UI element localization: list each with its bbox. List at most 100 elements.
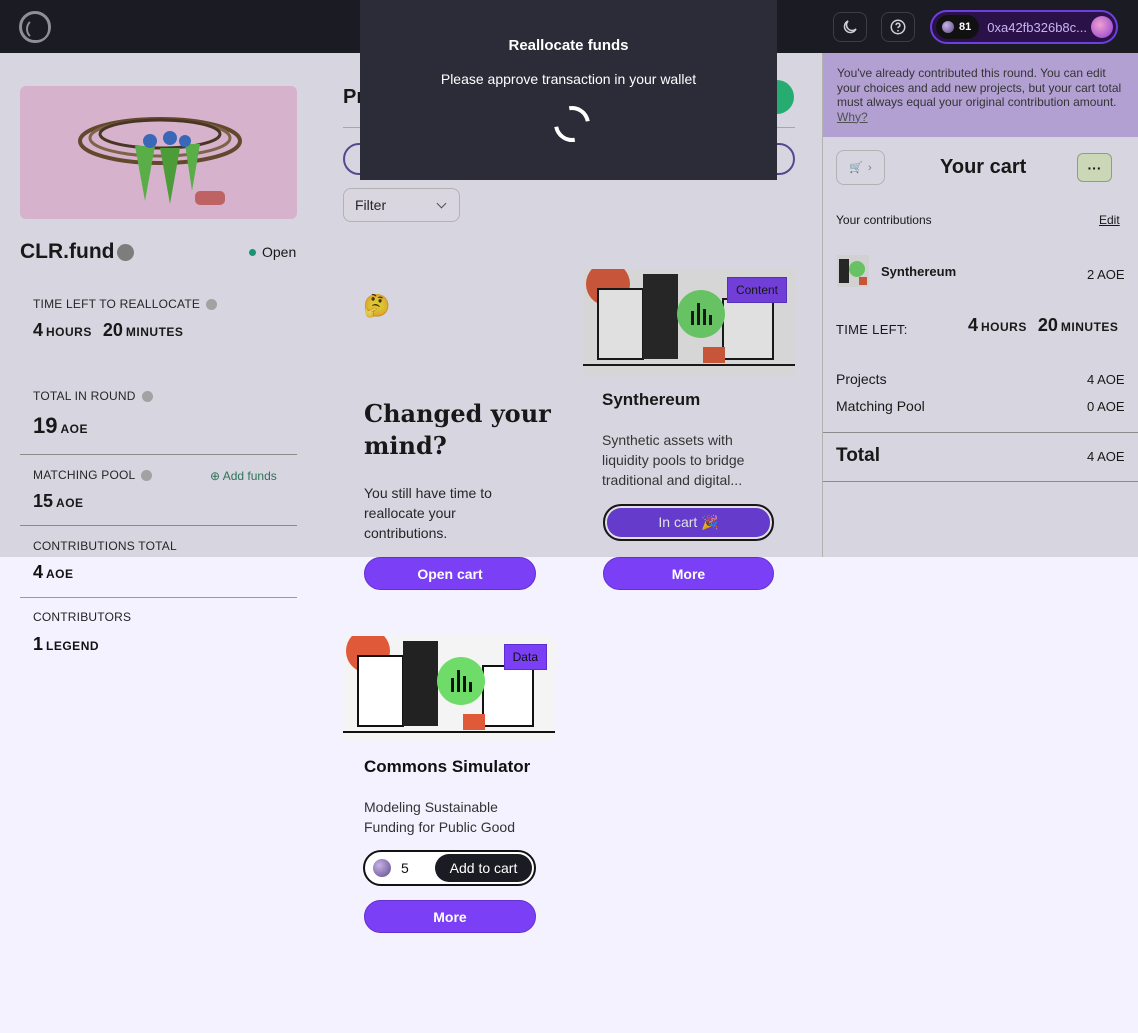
divider xyxy=(823,481,1138,482)
moon-icon xyxy=(843,20,857,34)
reallocation-notice: You've already contributed this round. Y… xyxy=(823,53,1138,137)
projects-amount: 4 AOE xyxy=(1087,372,1125,387)
project-image: Data xyxy=(343,636,555,742)
matching-unit: AOE xyxy=(56,496,84,510)
contrib-total-value: 4 AOE xyxy=(33,562,74,583)
total-unit: AOE xyxy=(60,422,88,436)
cart-menu-button[interactable]: ··· xyxy=(1077,153,1112,182)
category-badge: Data xyxy=(503,644,547,670)
minutes-unit: MINUTES xyxy=(1060,320,1119,334)
round-title: CLR.fund xyxy=(20,240,135,264)
more-button[interactable]: More xyxy=(364,900,536,933)
project-title[interactable]: Synthereum xyxy=(602,390,700,410)
add-funds-link[interactable]: ⊕ Add funds xyxy=(210,469,277,483)
hours-value: 4 xyxy=(968,315,979,335)
loading-spinner-icon xyxy=(546,98,598,150)
wallet-address: 0xa42fb326b8c... xyxy=(987,19,1087,35)
plus-circle-icon: ⊕ xyxy=(210,469,221,483)
info-icon[interactable] xyxy=(141,470,153,482)
time-left-value: 4 HOURS 20 MINUTES xyxy=(33,320,183,341)
divider xyxy=(20,454,297,455)
total-amount: 4 AOE xyxy=(1087,449,1125,464)
collapse-cart-button[interactable]: 🛒 › xyxy=(836,150,885,185)
cart-panel: You've already contributed this round. Y… xyxy=(822,53,1138,557)
avatar xyxy=(1091,16,1113,38)
minutes-unit: MINUTES xyxy=(125,325,184,339)
token-icon xyxy=(373,859,391,877)
modal-title: Reallocate funds xyxy=(508,37,629,54)
help-button[interactable] xyxy=(881,12,915,42)
round-image xyxy=(20,86,297,219)
reallocate-modal: Reallocate funds Please approve transact… xyxy=(360,0,777,180)
theme-toggle-button[interactable] xyxy=(833,12,867,42)
matching-label-text: MATCHING POOL xyxy=(33,468,136,482)
token-icon xyxy=(942,21,954,33)
question-icon xyxy=(890,19,906,35)
contributions-label: Your contributions xyxy=(836,213,932,227)
info-icon[interactable] xyxy=(141,391,153,403)
chevron-down-icon xyxy=(436,198,447,208)
hours-unit: HOURS xyxy=(46,325,92,339)
matching-pool-label: Matching Pool xyxy=(836,398,925,414)
projects-label: Projects xyxy=(836,371,887,387)
filter-label: Filter xyxy=(355,197,387,213)
cart-item-name: Synthereum xyxy=(881,264,957,279)
status-badge: Open xyxy=(249,244,296,260)
project-title[interactable]: Commons Simulator xyxy=(364,757,530,777)
contributors-unit: LEGEND xyxy=(46,639,100,653)
time-left-label-text: TIME LEFT TO REALLOCATE xyxy=(33,297,201,311)
status-dot-icon xyxy=(249,248,256,256)
changed-mind-title: Changed your mind? xyxy=(364,399,551,460)
contributors-value: 1 LEGEND xyxy=(33,634,99,655)
hours-value: 4 xyxy=(33,320,44,340)
contrib-total-number: 4 xyxy=(33,562,44,582)
amount-input[interactable]: 5 xyxy=(401,860,433,876)
add-to-cart-button[interactable]: Add to cart xyxy=(435,854,532,882)
chevron-right-icon: › xyxy=(868,161,872,174)
changed-mind-desc: You still have time to reallocate your c… xyxy=(364,485,492,541)
why-link[interactable]: Why? xyxy=(837,110,868,124)
info-icon[interactable] xyxy=(206,299,218,311)
total-label: Total xyxy=(836,445,880,466)
minutes-value: 20 xyxy=(1037,315,1058,335)
project-desc: Synthetic assets with liquidity pools to… xyxy=(602,432,745,488)
category-badge: Content xyxy=(726,277,787,303)
wallet-button[interactable]: 81 0xa42fb326b8c... xyxy=(930,10,1118,44)
modal-message: Please approve transaction in your walle… xyxy=(440,71,697,87)
status-text: Open xyxy=(262,244,297,260)
more-button[interactable]: More xyxy=(603,557,774,590)
app-logo[interactable] xyxy=(19,11,51,43)
project-desc: Modeling Sustainable Funding for Public … xyxy=(364,799,515,835)
hours-unit: HOURS xyxy=(981,320,1027,334)
add-funds-text: Add funds xyxy=(222,469,277,483)
matching-number: 15 xyxy=(33,491,54,511)
time-left-label: TIME LEFT TO REALLOCATE xyxy=(33,297,218,311)
cart-title: Your cart xyxy=(940,156,1027,178)
project-image: Content xyxy=(583,269,795,375)
total-label-text: TOTAL IN ROUND xyxy=(33,389,136,403)
divider xyxy=(823,432,1138,433)
total-label: TOTAL IN ROUND xyxy=(33,389,153,403)
balance-badge: 81 xyxy=(936,15,980,39)
divider xyxy=(20,525,297,526)
balance-value: 81 xyxy=(959,21,972,33)
contributors-label: CONTRIBUTORS xyxy=(33,610,132,624)
total-value: 19 AOE xyxy=(33,413,88,439)
matching-value: 15 AOE xyxy=(33,491,84,512)
divider xyxy=(20,597,297,598)
round-name: CLR.fund xyxy=(20,240,115,263)
edit-link[interactable]: Edit xyxy=(1099,213,1120,227)
minutes-value: 20 xyxy=(102,320,123,340)
cart-item-amount: 2 AOE xyxy=(1087,267,1125,282)
total-number: 19 xyxy=(33,413,58,438)
matching-pool-amount: 0 AOE xyxy=(1087,399,1125,414)
contrib-total-label: CONTRIBUTIONS TOTAL xyxy=(33,539,177,553)
contributors-number: 1 xyxy=(33,634,44,654)
filter-dropdown[interactable]: Filter xyxy=(343,188,460,222)
thinking-emoji-icon: 🤔 xyxy=(363,293,391,318)
open-cart-button[interactable]: Open cart xyxy=(364,557,536,590)
contrib-total-unit: AOE xyxy=(46,567,74,581)
in-cart-button[interactable]: In cart 🎉 xyxy=(603,504,774,541)
cart-time-left-value: 4 HOURS 20 MINUTES xyxy=(968,315,1118,336)
project-thumbnail xyxy=(837,255,869,287)
